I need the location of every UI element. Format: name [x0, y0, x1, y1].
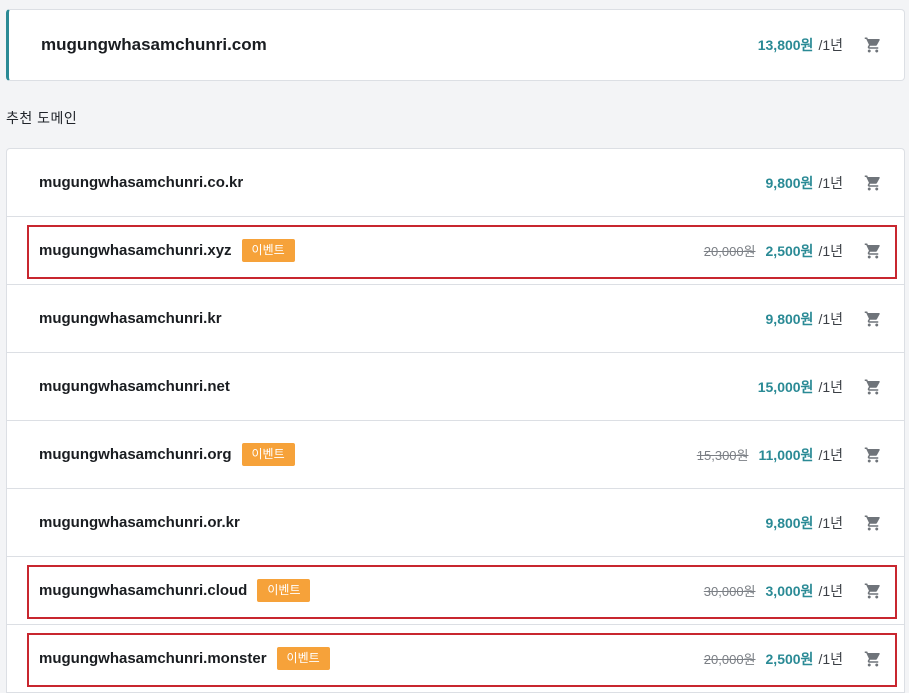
recommended-domain-list: mugungwhasamchunri.co.kr 9,800원/1년 mugungw…: [6, 148, 905, 693]
domain-name: mugungwhasamchunri.kr: [39, 285, 222, 352]
price: 9,800원: [765, 310, 814, 327]
selected-domain-card: mugungwhasamchunri.com 13,800원 /1년: [6, 9, 905, 81]
domain-row[interactable]: mugungwhasamchunri.co.kr 9,800원/1년: [7, 149, 904, 217]
original-price: 20,000원: [703, 244, 756, 259]
price: 11,000원: [758, 446, 814, 463]
cart-icon[interactable]: [864, 650, 882, 668]
price-period: /1년: [818, 650, 843, 667]
price-period: /1년: [818, 242, 843, 259]
cart-icon[interactable]: [864, 514, 882, 532]
domain-label: mugungwhasamchunri.kr: [39, 310, 222, 327]
price-period: /1년: [818, 446, 843, 463]
price: 2,500원: [765, 650, 814, 667]
domain-row[interactable]: mugungwhasamchunri.org 이벤트 15,300원 11,000원 /…: [7, 421, 904, 489]
domain-label: mugungwhasamchunri.co.kr: [39, 174, 244, 191]
domain-row[interactable]: mugungwhasamchunri.net 15,000원/1년: [7, 353, 904, 421]
domain-label: mugungwhasamchunri.cloud: [39, 582, 248, 599]
cart-icon[interactable]: [864, 174, 882, 192]
cart-icon[interactable]: [864, 378, 882, 396]
domain-label: mugungwhasamchunri.org: [39, 446, 232, 463]
price-period: /1년: [818, 174, 843, 191]
domain-row[interactable]: mugungwhasamchunri.or.kr 9,800원/1년: [7, 489, 904, 557]
price: 3,000원: [765, 582, 814, 599]
selected-domain-price-group: 13,800원 /1년: [758, 10, 904, 80]
domain-row[interactable]: mugungwhasamchunri.kr 9,800원/1년: [7, 285, 904, 353]
price-group: 9,800원/1년: [766, 285, 904, 352]
domain-row[interactable]: mugungwhasamchunri.xyz 이벤트 20,000원 2,500원/1…: [7, 217, 904, 285]
domain-name: mugungwhasamchunri.net: [39, 353, 230, 420]
price-group: 15,300원 11,000원/1년: [697, 421, 904, 488]
domain-name: mugungwhasamchunri.org 이벤트: [39, 421, 295, 488]
event-badge: 이벤트: [257, 579, 311, 602]
domain-row[interactable]: mugungwhasamchunri.cloud 이벤트 30,000원 3,000원…: [7, 557, 904, 625]
original-price: 20,000원: [703, 652, 756, 667]
domain-label: mugungwhasamchunri.or.kr: [39, 514, 240, 531]
domain-name: mugungwhasamchunri.monster 이벤트: [39, 625, 330, 692]
event-badge: 이벤트: [241, 239, 295, 262]
cart-icon[interactable]: [864, 242, 882, 260]
price-period: /1년: [818, 310, 843, 327]
cart-icon[interactable]: [864, 310, 882, 328]
domain-label: mugungwhasamchunri.net: [39, 378, 230, 395]
domain-name: mugungwhasamchunri.co.kr: [39, 149, 243, 216]
cart-icon[interactable]: [864, 446, 882, 464]
price: 9,800원: [765, 174, 814, 191]
price-group: 15,000원/1년: [758, 353, 904, 420]
domain-name: mugungwhasamchunri.or.kr: [39, 489, 240, 556]
price-group: 9,800원/1년: [766, 149, 904, 216]
price: 9,800원: [765, 514, 814, 531]
price-period: /1년: [818, 37, 843, 53]
price-period: /1년: [818, 514, 843, 531]
cart-icon[interactable]: [864, 582, 882, 600]
selected-domain-name: mugungwhasamchunri.com: [41, 35, 267, 54]
domain-name: mugungwhasamchunri.xyz 이벤트: [39, 217, 295, 284]
cart-icon[interactable]: [864, 36, 882, 54]
event-badge: 이벤트: [241, 443, 295, 466]
domain-label: mugungwhasamchunri.monster: [39, 650, 267, 667]
price-group: 20,000원 2,500원/1년: [704, 625, 904, 692]
event-badge: 이벤트: [276, 647, 330, 670]
price-group: 9,800원/1년: [766, 489, 904, 556]
original-price: 15,300원: [696, 448, 749, 463]
domain-name: mugungwhasamchunri.cloud 이벤트: [39, 557, 311, 624]
price-period: /1년: [818, 582, 843, 599]
price: 13,800원: [757, 37, 814, 53]
original-price: 30,000원: [703, 584, 756, 599]
price-group: 20,000원 2,500원/1년: [704, 217, 904, 284]
domain-row[interactable]: mugungwhasamchunri.monster 이벤트 20,000원 2,50…: [7, 625, 904, 693]
domain-label: mugungwhasamchunri.xyz: [39, 242, 232, 259]
price-group: 30,000원 3,000원/1년: [704, 557, 904, 624]
price-period: /1년: [818, 378, 843, 395]
price: 2,500원: [765, 242, 814, 259]
section-title: 추천 도메인: [6, 110, 78, 126]
price: 15,000원: [757, 378, 814, 395]
